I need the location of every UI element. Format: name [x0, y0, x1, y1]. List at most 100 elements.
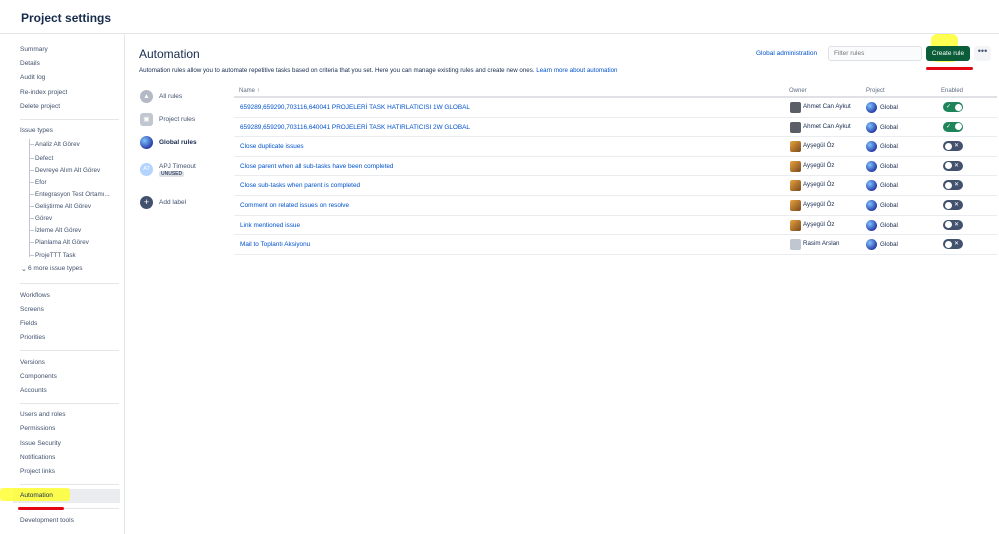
avatar	[790, 121, 801, 133]
filter-label: Global rules	[159, 139, 197, 146]
sidebar-more-issue-types[interactable]: 6 more issue types	[28, 265, 83, 272]
globe-icon	[866, 200, 877, 211]
table-row: Close sub-tasks when parent is completed…	[234, 176, 997, 196]
global-admin-link[interactable]: Global administration	[756, 50, 817, 57]
close-icon: ✕	[954, 241, 960, 248]
sidebar-item-versions[interactable]: Versions	[20, 359, 45, 366]
table-row: 659289,659290,703116,640041 PROJELERİ TA…	[234, 118, 997, 138]
close-icon: ✕	[954, 143, 960, 150]
issue-type-item[interactable]: Entegrasyon Test Ortamı...	[35, 191, 110, 198]
rule-name-link[interactable]: Close parent when all sub-tasks have bee…	[240, 163, 393, 170]
enabled-toggle[interactable]: ✓	[943, 102, 963, 112]
close-icon: ✕	[954, 182, 960, 189]
issue-type-item[interactable]: Devreye Alım Alt Görev	[35, 167, 100, 174]
unused-badge: UNUSED	[159, 171, 185, 177]
sidebar-divider	[20, 484, 119, 485]
sidebar-item-screens[interactable]: Screens	[20, 306, 44, 313]
sidebar-item-users-roles[interactable]: Users and roles	[20, 411, 66, 418]
issue-type-item[interactable]: Geliştirme Alt Görev	[35, 203, 91, 210]
globe-icon	[866, 141, 877, 153]
enabled-toggle[interactable]: ✕	[943, 239, 963, 250]
rule-owner: Ayşegül Öz	[803, 220, 835, 228]
page-title: Project settings	[21, 11, 112, 25]
sidebar-item-delete[interactable]: Delete project	[20, 103, 60, 110]
toggle-knob	[944, 162, 952, 170]
label-name: APJ Timeout	[159, 163, 196, 170]
rule-name-link[interactable]: Close sub-tasks when parent is completed	[240, 182, 360, 189]
rule-owner: Ayşegül Öz	[803, 161, 835, 169]
globe-icon	[866, 239, 877, 251]
issue-type-item[interactable]: Planlama Alt Görev	[35, 239, 89, 246]
filter-rules-input[interactable]	[828, 46, 922, 61]
sidebar-item-accounts[interactable]: Accounts	[20, 387, 47, 394]
issue-type-item[interactable]: Analiz Alt Görev	[35, 141, 80, 148]
tree-tick	[29, 255, 34, 256]
sidebar-item-permissions[interactable]: Permissions	[20, 425, 55, 432]
description-text: Automation rules allow you to automate r…	[139, 67, 535, 74]
issue-type-item[interactable]: İzleme Alt Görev	[35, 227, 81, 234]
rule-owner: Ahmet Can Aykut	[803, 122, 851, 130]
sidebar-divider	[20, 283, 119, 284]
avatar	[790, 160, 801, 172]
chevron-down-icon: ⌄	[21, 266, 27, 273]
sidebar-item-notifications[interactable]: Notifications	[20, 454, 55, 461]
globe-icon	[866, 160, 877, 172]
toggle-knob	[944, 181, 952, 189]
sidebar-item-issue-security[interactable]: Issue Security	[20, 440, 61, 447]
header-divider	[0, 33, 999, 34]
globe-icon	[866, 180, 877, 192]
sidebar-item-summary[interactable]: Summary	[20, 46, 48, 53]
enabled-toggle[interactable]: ✕	[943, 200, 963, 210]
rule-project: Global	[880, 221, 898, 229]
issue-type-item[interactable]: Efor	[35, 179, 47, 186]
project-rules-icon: ▣	[140, 113, 153, 126]
underline-marker	[926, 67, 973, 70]
sidebar-item-issue-types[interactable]: Issue types	[20, 127, 53, 134]
rule-name-link[interactable]: Close duplicate issues	[240, 143, 304, 150]
tree-tick	[29, 206, 34, 207]
globe-icon	[140, 136, 153, 149]
rule-owner: Ayşegül Öz	[803, 201, 835, 208]
rule-owner: Ahmet Can Aykut	[803, 103, 851, 110]
issue-type-item[interactable]: Görev	[35, 215, 52, 222]
tree-tick	[29, 170, 34, 171]
tree-tick	[29, 242, 34, 243]
sidebar-item-reindex[interactable]: Re-index project	[20, 89, 67, 96]
avatar	[790, 219, 801, 231]
rule-name-link[interactable]: Link mentioned issue	[240, 222, 300, 229]
enabled-toggle[interactable]: ✓	[943, 121, 963, 132]
tree-line	[29, 139, 30, 257]
sidebar-item-workflows[interactable]: Workflows	[20, 292, 50, 299]
rule-name-link[interactable]: Mail to Toplantı Aksiyonu	[240, 241, 310, 248]
column-header-owner: Owner	[789, 88, 807, 94]
sidebar-item-dev-tools[interactable]: Development tools	[20, 517, 74, 524]
issue-type-item[interactable]: ProjeTTT Task	[35, 252, 76, 259]
rule-name-link[interactable]: 659289,659290,703116,640041 PROJELERİ TA…	[240, 104, 470, 111]
rule-name-link[interactable]: 659289,659290,703116,640041 PROJELERİ TA…	[240, 124, 470, 131]
sidebar-item-components[interactable]: Components	[20, 373, 57, 380]
label-icon: AT	[140, 163, 153, 176]
create-rule-button[interactable]: Create rule	[926, 46, 970, 61]
sidebar-item-details[interactable]: Details	[20, 60, 40, 67]
close-icon: ✕	[954, 221, 960, 228]
table-row: Close parent when all sub-tasks have bee…	[234, 157, 997, 177]
enabled-toggle[interactable]: ✕	[943, 180, 963, 191]
sidebar-item-fields[interactable]: Fields	[20, 320, 37, 327]
underline-marker	[18, 507, 64, 510]
rule-name-link[interactable]: Comment on related issues on resolve	[240, 202, 349, 209]
column-header-project: Project	[866, 88, 885, 94]
more-actions-button[interactable]: •••	[974, 46, 991, 61]
column-header-name[interactable]: Name ↑	[239, 88, 260, 94]
sidebar-item-priorities[interactable]: Priorities	[20, 334, 45, 341]
enabled-toggle[interactable]: ✕	[943, 219, 963, 230]
learn-more-link[interactable]: Learn more about automation	[536, 67, 617, 74]
sidebar-item-audit-log[interactable]: Audit log	[20, 74, 45, 81]
avatar	[790, 180, 801, 192]
issue-type-item[interactable]: Defect	[35, 155, 53, 162]
sidebar-item-automation[interactable]: Automation	[20, 492, 53, 499]
sidebar-item-project-links[interactable]: Project links	[20, 468, 55, 475]
enabled-toggle[interactable]: ✕	[943, 160, 963, 171]
toggle-knob	[944, 221, 952, 229]
table-row: Comment on related issues on resolve Ayş…	[234, 196, 997, 216]
enabled-toggle[interactable]: ✕	[943, 141, 963, 152]
